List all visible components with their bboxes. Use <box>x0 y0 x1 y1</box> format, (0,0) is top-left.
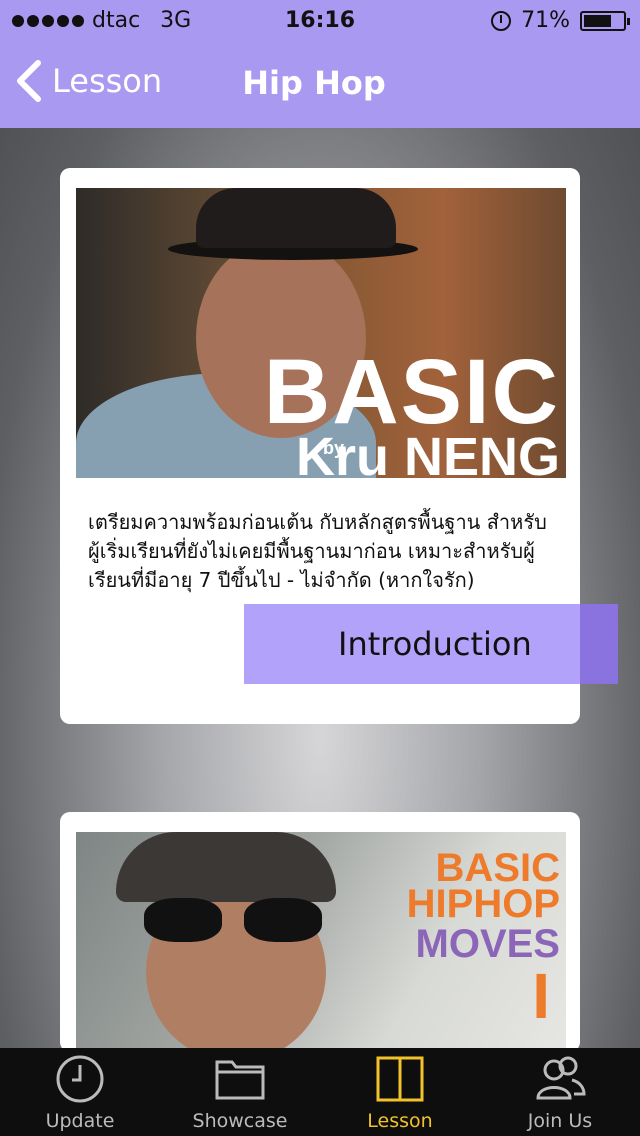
lesson-thumbnail[interactable]: BASIC by Kru NENG <box>76 188 566 478</box>
book-icon <box>376 1056 424 1102</box>
photo-hat <box>196 188 396 248</box>
status-bar: dtac 3G 16:16 71% <box>0 0 640 40</box>
battery-percent: 71% <box>521 8 570 33</box>
clock-icon <box>56 1055 104 1103</box>
thumbnail-title-line4: I <box>532 960 550 1032</box>
lesson-description: เตรียมความพร้อมก่อนเต้น กับหลักสูตรพื้นฐ… <box>88 510 547 592</box>
tab-bar: Update Showcase Lesson Join Us <box>0 1048 640 1136</box>
lesson-card: BASIC HIPHOP MOVES I <box>60 812 580 1052</box>
photo-cap <box>116 832 336 902</box>
tab-label: Showcase <box>192 1110 288 1132</box>
tab-join-us[interactable]: Join Us <box>480 1048 640 1136</box>
photo-sunglasses <box>144 898 324 942</box>
tab-label: Update <box>45 1110 115 1132</box>
button-edge <box>580 604 618 684</box>
header: dtac 3G 16:16 71% Lesson Hip Hop <box>0 0 640 128</box>
tab-label: Lesson <box>367 1110 433 1132</box>
tab-label: Join Us <box>527 1110 593 1132</box>
introduction-button[interactable]: Introduction <box>244 604 618 684</box>
thumbnail-title-line2: HIPHOP <box>406 882 560 926</box>
navigation-bar: Lesson Hip Hop <box>0 40 640 128</box>
tab-showcase[interactable]: Showcase <box>160 1048 320 1136</box>
folder-icon <box>215 1060 265 1100</box>
tab-update[interactable]: Update <box>0 1048 160 1136</box>
alarm-icon <box>491 10 512 31</box>
page-title: Hip Hop <box>242 64 386 102</box>
people-icon <box>536 1056 586 1100</box>
battery-fill <box>584 14 611 27</box>
thumbnail-title: BASIC <box>263 341 560 443</box>
battery-icon <box>580 10 630 31</box>
thumbnail-title-line3: MOVES <box>415 922 560 966</box>
tab-lesson[interactable]: Lesson <box>320 1048 480 1136</box>
thumbnail-subtitle: Kru NENG <box>295 427 560 478</box>
introduction-label: Introduction <box>338 625 532 663</box>
lesson-thumbnail[interactable]: BASIC HIPHOP MOVES I <box>76 832 566 1052</box>
